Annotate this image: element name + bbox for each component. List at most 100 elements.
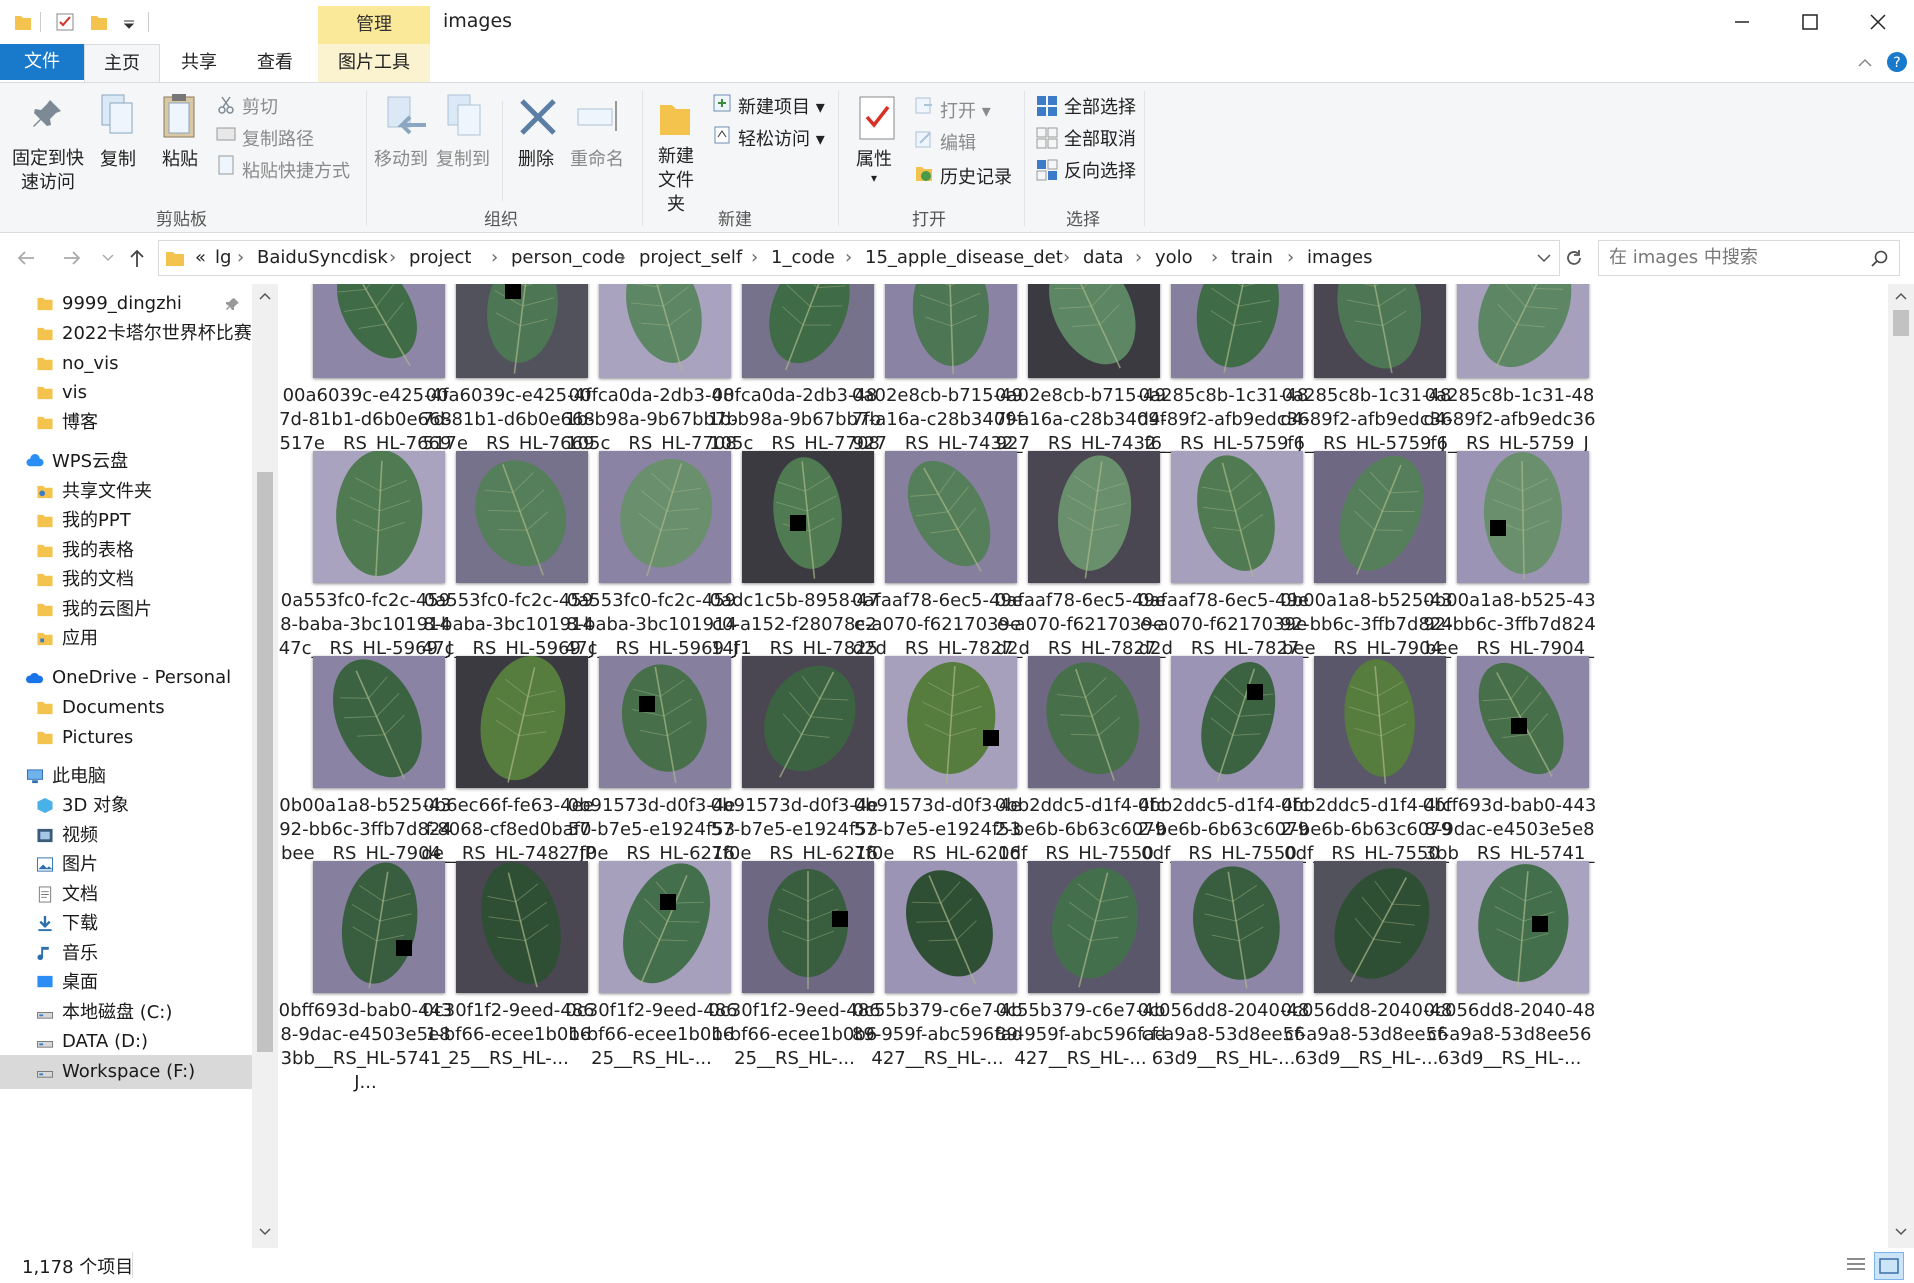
breadcrumb-overflow[interactable]: « — [195, 241, 206, 275]
file-thumbnail-item[interactable]: 0c056dd8-2040-48cf-a9a8-53d8ee5663d9__RS… — [1422, 846, 1595, 1091]
sidebar-item[interactable]: 应用 — [37, 622, 278, 656]
scroll-down-icon[interactable] — [259, 1228, 271, 1236]
sidebar-item[interactable]: 博客 — [37, 406, 278, 440]
sidebar-item[interactable]: Pictures — [37, 721, 278, 755]
scroll-down-icon[interactable] — [1895, 1228, 1907, 1236]
sidebar-item[interactable]: 图片 — [36, 848, 278, 882]
rename-button[interactable]: 重命名 — [570, 145, 624, 171]
ribbon-separator — [642, 91, 643, 226]
forward-arrow-icon[interactable] — [62, 249, 82, 267]
sidebar-item[interactable]: Workspace (F:) — [0, 1055, 252, 1089]
paste-shortcut-button[interactable]: 粘贴快捷方式 — [242, 157, 350, 183]
cut-button[interactable]: 剪切 — [242, 93, 278, 119]
sidebar-scroll-thumb[interactable] — [257, 472, 273, 1052]
breadcrumb-item[interactable]: yolo — [1155, 241, 1193, 275]
sidebar-item-label: Pictures — [62, 727, 134, 748]
tab-home[interactable]: 主页 — [84, 44, 160, 83]
open-button[interactable]: 打开 ▾ — [940, 97, 991, 123]
tab-share[interactable]: 共享 — [168, 44, 230, 82]
tab-file[interactable]: 文件 — [0, 44, 84, 80]
sidebar-item[interactable]: 2022卡塔尔世界杯比赛 — [37, 317, 278, 351]
content-scrollbar[interactable] — [1888, 284, 1914, 1248]
breadcrumb-item[interactable]: data — [1083, 241, 1124, 275]
copy-to-button[interactable]: 复制到 — [436, 145, 490, 171]
sidebar-item[interactable]: 桌面 — [37, 966, 278, 1000]
sidebar-item-label: OneDrive - Personal — [52, 667, 232, 688]
sidebar-item[interactable]: OneDrive - Personal — [26, 661, 278, 695]
minimize-button[interactable] — [1706, 0, 1778, 44]
sidebar-item[interactable]: Documents — [37, 691, 278, 725]
new-folder-button[interactable]: 新建 文件夹 — [650, 145, 702, 217]
paste-button[interactable]: 粘贴 — [162, 145, 198, 171]
copy-path-button[interactable]: 复制路径 — [242, 125, 314, 151]
up-arrow-icon[interactable] — [128, 248, 146, 268]
sidebar-item[interactable]: 下载 — [38, 907, 278, 941]
new-item-button[interactable]: 新建项目 ▾ — [738, 93, 825, 119]
pin-quick-access-button[interactable]: 固定到快速访问 — [10, 147, 86, 195]
sidebar-item[interactable]: DATA (D:) — [36, 1025, 278, 1059]
breadcrumb-item[interactable]: project — [409, 241, 471, 275]
chevron-down-icon[interactable] — [1537, 253, 1551, 263]
invert-selection-button[interactable]: 反向选择 — [1064, 157, 1136, 183]
tab-view[interactable]: 查看 — [244, 44, 306, 82]
back-arrow-icon[interactable] — [16, 249, 36, 267]
scroll-up-icon[interactable] — [259, 292, 271, 300]
properties-button[interactable]: 属性 ▾ — [856, 145, 892, 185]
easy-access-button[interactable]: 轻松访问 ▾ — [738, 125, 825, 151]
file-thumbnail-item[interactable]: 0c30f1f2-9eed-4861-bf66-ecee1b0b625__RS_… — [564, 846, 738, 1091]
tab-picture-tools[interactable]: 图片工具 — [318, 44, 430, 82]
file-thumbnail-item[interactable]: 0c30f1f2-9eed-4861-bf66-ecee1b0b625__RS_… — [707, 846, 881, 1091]
breadcrumb-item[interactable]: person_code — [511, 241, 625, 275]
sidebar-scrollbar[interactable] — [252, 284, 278, 1248]
file-thumbnail-item[interactable]: 0c55b379-c6e7-4b89-959f-abc596fad427__RS… — [850, 846, 1023, 1091]
sidebar-item-label: Workspace (F:) — [62, 1061, 196, 1082]
breadcrumb-item[interactable]: 15_apple_disease_det — [865, 241, 1063, 275]
pin-icon — [33, 100, 61, 127]
select-group-label: 选择 — [1066, 210, 1100, 230]
properties-quick-access-icon[interactable] — [56, 12, 74, 32]
edit-button[interactable]: 编辑 — [940, 129, 976, 155]
large-icons-view-button[interactable] — [1874, 1252, 1904, 1280]
file-thumbnail-item[interactable]: 0c55b379-c6e7-4b89-959f-abc596fad427__RS… — [993, 846, 1166, 1091]
search-input[interactable]: 在 images 中搜索 — [1598, 240, 1900, 276]
file-thumbnail-item[interactable]: 0bff693d-bab0-4438-9dac-e4503e5e83bb__RS… — [278, 846, 452, 1093]
folder-icon — [37, 544, 53, 558]
move-to-button[interactable]: 移动到 — [374, 145, 428, 171]
select-all-button[interactable]: 全部选择 — [1064, 93, 1136, 119]
history-button[interactable]: 历史记录 — [940, 163, 1012, 189]
help-icon[interactable]: ? — [1886, 51, 1908, 73]
sidebar-item[interactable]: WPS云盘 — [26, 445, 278, 479]
sidebar-item-label: 博客 — [62, 412, 98, 433]
select-none-button[interactable]: 全部取消 — [1064, 125, 1136, 151]
copy-button[interactable]: 复制 — [100, 145, 136, 171]
customize-quick-access-icon[interactable] — [120, 12, 138, 32]
breadcrumb-item[interactable]: lg — [215, 241, 231, 275]
details-view-icon[interactable] — [1844, 1254, 1868, 1276]
sidebar-item[interactable]: 9999_dingzhi — [37, 287, 278, 321]
file-thumbnail-item[interactable]: 0c056dd8-2040-48cf-a9a8-53d8ee5663d9__RS… — [1136, 846, 1309, 1091]
breadcrumb-item[interactable]: train — [1231, 241, 1273, 275]
breadcrumb-item[interactable]: images — [1307, 241, 1372, 275]
sidebar-item[interactable]: 我的PPT — [37, 504, 278, 538]
sidebar-item[interactable]: vis — [37, 376, 278, 410]
collapse-ribbon-icon[interactable] — [1856, 54, 1874, 72]
new-folder-quick-access-icon[interactable] — [90, 12, 108, 32]
open-group-label: 打开 — [912, 210, 946, 230]
folder-icon — [37, 297, 53, 311]
recent-locations-icon[interactable] — [102, 253, 114, 263]
file-thumbnail-item[interactable]: 0c30f1f2-9eed-4861-bf66-ecee1b0b625__RS_… — [421, 846, 595, 1091]
context-tab-manage[interactable]: 管理 — [318, 6, 430, 44]
maximize-button[interactable] — [1774, 0, 1846, 44]
delete-button[interactable]: 删除 — [518, 145, 554, 171]
file-thumbnail-item[interactable]: 0c056dd8-2040-48cf-a9a8-53d8ee5663d9__RS… — [1279, 846, 1452, 1091]
sidebar-item[interactable]: 3D 对象 — [37, 789, 278, 823]
breadcrumb-item[interactable]: BaiduSyncdisk — [257, 241, 388, 275]
sidebar-item[interactable]: 我的文档 — [37, 563, 278, 597]
breadcrumb-item[interactable]: project_self — [639, 241, 742, 275]
content-scroll-thumb[interactable] — [1893, 310, 1909, 336]
refresh-icon[interactable] — [1564, 248, 1584, 268]
close-button[interactable] — [1842, 0, 1914, 44]
scroll-up-icon[interactable] — [1895, 292, 1907, 300]
breadcrumb-item[interactable]: 1_code — [771, 241, 835, 275]
address-bar[interactable]: «lg › BaiduSyncdisk › project › person_code › pr… — [158, 240, 1560, 276]
